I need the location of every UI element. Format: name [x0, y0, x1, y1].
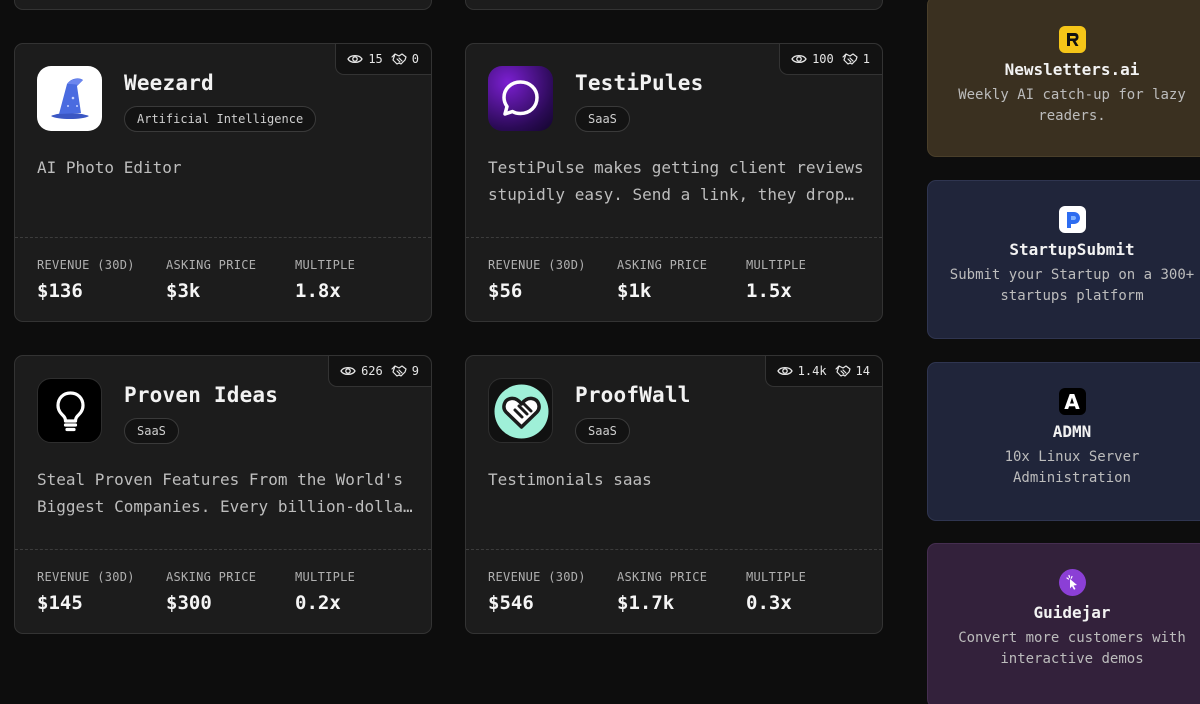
listing-description: TestiPulse makes getting client reviews … [488, 158, 864, 204]
eye-icon [340, 366, 356, 376]
revenue-value: $56 [488, 280, 523, 302]
a-logo-icon: A [1058, 388, 1086, 415]
multiple-value: 0.2x [295, 592, 341, 614]
listing-card[interactable]: 100 1 TestiPules SaaS TestiPulse makes g… [465, 43, 883, 322]
metrics-row: REVENUE (30D) $546 ASKING PRICE $1.7k MULT… [488, 570, 875, 614]
metrics-row: REVENUE (30D) $145 ASKING PRICE $300 MULTI… [37, 570, 424, 614]
listing-card-partial[interactable] [14, 0, 432, 10]
listing-card[interactable]: 626 9 Proven Ideas SaaS Steal Proven Fea… [14, 355, 432, 634]
sponsor-card[interactable]: StartupSubmit Submit your Startup on a 3… [927, 180, 1200, 339]
multiple-value: 0.3x [746, 592, 792, 614]
listing-name[interactable]: Proven Ideas [124, 383, 278, 407]
sponsor-name[interactable]: Guidejar [1033, 603, 1110, 622]
stats-badge: 15 0 [335, 44, 431, 75]
handshake-icon [391, 53, 407, 65]
listing-name[interactable]: ProofWall [575, 383, 691, 407]
asking-price-label: ASKING PRICE [617, 570, 708, 584]
revenue-label: REVENUE (30D) [488, 258, 586, 272]
sponsor-description: Submit your Startup on a 300+ startups p… [949, 267, 1195, 304]
sponsor-card[interactable]: Guidejar Convert more customers with int… [927, 543, 1200, 704]
asking-price-label: ASKING PRICE [166, 258, 257, 272]
eye-icon [347, 54, 364, 64]
category-tag[interactable]: Artificial Intelligence [124, 106, 317, 132]
sponsor-description: 10x Linux Server Administration [1004, 449, 1140, 486]
stats-badge: 626 9 [328, 356, 431, 387]
wizard-hat-icon [37, 66, 102, 131]
handshake-icon [842, 53, 858, 65]
asking-price-value: $3k [166, 280, 201, 302]
category-tag[interactable]: SaaS [124, 418, 179, 444]
multiple-label: MULTIPLE [746, 570, 807, 584]
asking-price-value: $300 [166, 592, 212, 614]
sponsor-card[interactable]: A ADMN 10x Linux Server Administration [927, 362, 1200, 521]
multiple-value: 1.8x [295, 280, 341, 302]
sponsor-name[interactable]: StartupSubmit [1009, 240, 1134, 259]
listing-description: AI Photo Editor [37, 158, 182, 177]
views-count: 100 [812, 52, 834, 66]
revenue-label: REVENUE (30D) [488, 570, 586, 584]
chat-bubble-icon [488, 66, 553, 131]
multiple-label: MULTIPLE [746, 258, 807, 272]
listing-description: Testimonials saas [488, 470, 652, 489]
divider [15, 549, 431, 550]
sponsor-name[interactable]: Newsletters.ai [1005, 60, 1140, 79]
sponsor-description: Weekly AI catch-up for lazy readers. [958, 87, 1186, 124]
stats-badge: 100 1 [779, 44, 882, 75]
listing-description: Steal Proven Features From the World's B… [37, 470, 413, 516]
sponsor-description: Convert more customers with interactive … [958, 630, 1186, 667]
eye-icon [791, 54, 807, 64]
stats-badge: 1.4k 14 [764, 356, 882, 387]
revenue-value: $546 [488, 592, 534, 614]
saves-count: 1 [862, 52, 870, 66]
heart-shield-icon [488, 378, 553, 443]
p-logo-icon [1058, 206, 1086, 233]
cursor-click-icon [1058, 569, 1086, 596]
revenue-label: REVENUE (30D) [37, 258, 135, 272]
divider [15, 237, 431, 238]
listing-name[interactable]: TestiPules [575, 71, 703, 95]
multiple-label: MULTIPLE [295, 258, 356, 272]
divider [466, 237, 882, 238]
handshake-icon [834, 365, 851, 377]
saves-count: 14 [855, 364, 870, 378]
revenue-value: $145 [37, 592, 83, 614]
listing-card[interactable]: 15 0 Weezard Artificial Intelligence AI … [14, 43, 432, 322]
views-count: 15 [368, 52, 383, 66]
saves-count: 0 [411, 52, 419, 66]
saves-count: 9 [411, 364, 419, 378]
multiple-value: 1.5x [746, 280, 792, 302]
category-tag[interactable]: SaaS [575, 418, 630, 444]
divider [466, 549, 882, 550]
category-tag[interactable]: SaaS [575, 106, 630, 132]
asking-price-label: ASKING PRICE [617, 258, 708, 272]
asking-price-value: $1.7k [617, 592, 675, 614]
listing-card-partial[interactable] [465, 0, 883, 10]
handshake-icon [391, 365, 407, 377]
r-logo-icon [1058, 26, 1086, 53]
views-count: 626 [361, 364, 383, 378]
sponsor-card[interactable]: Newsletters.ai Weekly AI catch-up for la… [927, 0, 1200, 157]
revenue-label: REVENUE (30D) [37, 570, 135, 584]
metrics-row: REVENUE (30D) $136 ASKING PRICE $3k MULTIP… [37, 258, 424, 302]
metrics-row: REVENUE (30D) $56 ASKING PRICE $1k MULTIPL… [488, 258, 875, 302]
eye-icon [776, 366, 793, 376]
listing-card[interactable]: 1.4k 14 ProofWall SaaS Testimonials saas… [465, 355, 883, 634]
revenue-value: $136 [37, 280, 83, 302]
asking-price-value: $1k [617, 280, 652, 302]
listing-name[interactable]: Weezard [124, 71, 214, 95]
lightbulb-icon [37, 378, 102, 443]
sponsor-name[interactable]: ADMN [1053, 422, 1092, 441]
asking-price-label: ASKING PRICE [166, 570, 257, 584]
multiple-label: MULTIPLE [295, 570, 356, 584]
views-count: 1.4k [797, 364, 827, 378]
